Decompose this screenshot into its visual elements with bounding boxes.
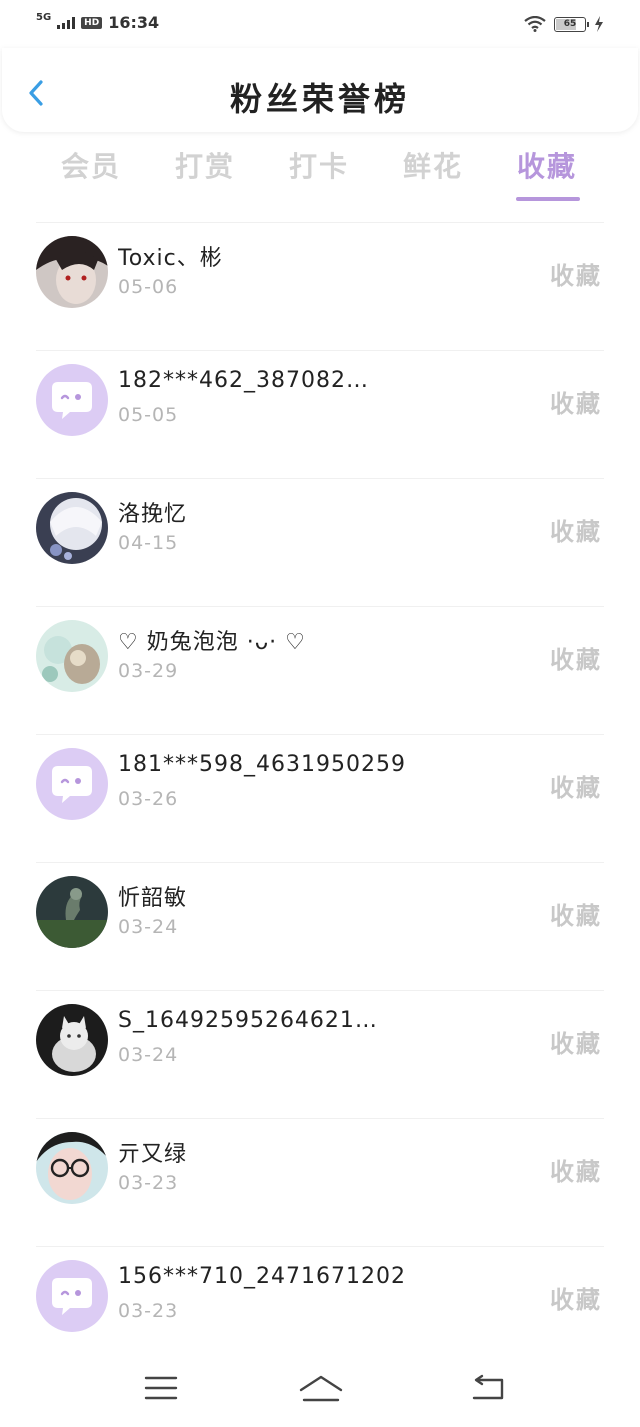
- action-label: 收藏: [550, 646, 602, 674]
- tab-checkin[interactable]: 打卡: [279, 145, 359, 185]
- action-label: 收藏: [550, 518, 602, 546]
- divider: [36, 862, 604, 863]
- photo-glasses-avatar: [36, 1132, 108, 1204]
- photo-pastel-avatar: [36, 620, 108, 692]
- divider: [36, 606, 604, 607]
- action-label: 收藏: [550, 262, 602, 290]
- fan-name: 洛挽忆: [118, 502, 188, 527]
- list-item[interactable]: 亓又绿 03-23 收藏: [0, 1118, 640, 1246]
- tab-favorites[interactable]: 收藏: [507, 145, 587, 185]
- default-chat-avatar: [36, 748, 108, 820]
- avatar[interactable]: [36, 492, 108, 564]
- system-nav-bar: [0, 1360, 640, 1427]
- action-label: 收藏: [550, 1286, 602, 1314]
- fan-date: 05-05: [118, 404, 179, 426]
- fan-name: ♡ 奶兔泡泡 ·ᴗ· ♡: [118, 630, 306, 655]
- fan-date: 03-23: [118, 1172, 179, 1194]
- action-label: 收藏: [550, 1030, 602, 1058]
- network-label: 5G: [36, 11, 52, 23]
- wifi-icon: [524, 16, 546, 32]
- fan-name: Toxic、彬: [118, 246, 223, 271]
- list-item[interactable]: 156***710_2471671202 03-23 收藏: [0, 1246, 640, 1374]
- hd-badge: HD: [81, 16, 103, 29]
- active-tab-indicator: [516, 197, 580, 201]
- divider: [36, 350, 604, 351]
- photo-white-cat-avatar: [36, 1004, 108, 1076]
- fan-date: 04-15: [118, 532, 179, 554]
- battery-level: 65: [563, 19, 577, 29]
- signal-icon: [57, 16, 76, 29]
- default-chat-avatar: [36, 364, 108, 436]
- tab-tipping[interactable]: 打赏: [165, 145, 245, 185]
- avatar[interactable]: [36, 1004, 108, 1076]
- list-item[interactable]: 182***462_387082… 05-05 收藏: [0, 350, 640, 478]
- list-item[interactable]: S_16492595264621… 03-24 收藏: [0, 990, 640, 1118]
- fan-date: 03-23: [118, 1300, 179, 1322]
- back-icon[interactable]: [470, 1374, 506, 1402]
- avatar[interactable]: [36, 876, 108, 948]
- fan-name: 亓又绿: [118, 1142, 188, 1167]
- fan-date: 03-24: [118, 1044, 179, 1066]
- avatar[interactable]: [36, 1260, 108, 1332]
- divider: [36, 1246, 604, 1247]
- charging-icon: [595, 16, 603, 32]
- tab-flowers[interactable]: 鲜花: [393, 145, 473, 185]
- action-label: 收藏: [550, 774, 602, 802]
- menu-icon[interactable]: [144, 1374, 178, 1402]
- clock: 16:34: [108, 13, 160, 32]
- avatar[interactable]: [36, 364, 108, 436]
- action-label: 收藏: [550, 1158, 602, 1186]
- fan-list: Toxic、彬 05-06 收藏 182***462_387082… 05-05…: [0, 222, 640, 1374]
- status-right: 65: [524, 16, 604, 32]
- fan-name: 181***598_4631950259: [118, 752, 406, 777]
- battery-icon: 65: [554, 16, 589, 32]
- photo-dark-hair-avatar: [36, 236, 108, 308]
- fan-name: 156***710_2471671202: [118, 1264, 406, 1289]
- page-title: 粉丝荣誉榜: [229, 80, 410, 118]
- list-item[interactable]: 洛挽忆 04-15 收藏: [0, 478, 640, 606]
- photo-dark-landscape-avatar: [36, 876, 108, 948]
- list-item[interactable]: 181***598_4631950259 03-26 收藏: [0, 734, 640, 862]
- list-item[interactable]: ♡ 奶兔泡泡 ·ᴗ· ♡ 03-29 收藏: [0, 606, 640, 734]
- status-bar: 5G HD 16:34 65: [0, 0, 640, 50]
- divider: [36, 222, 604, 223]
- fan-date: 03-26: [118, 788, 179, 810]
- divider: [36, 990, 604, 991]
- avatar[interactable]: [36, 236, 108, 308]
- list-item[interactable]: Toxic、彬 05-06 收藏: [0, 222, 640, 350]
- header: 粉丝荣誉榜: [2, 48, 638, 132]
- status-left: 5G HD 16:34: [36, 11, 160, 32]
- tab-bar: 会员 打赏 打卡 鲜花 收藏: [36, 145, 606, 205]
- action-label: 收藏: [550, 902, 602, 930]
- divider: [36, 1118, 604, 1119]
- avatar[interactable]: [36, 1132, 108, 1204]
- fan-name: 182***462_387082…: [118, 368, 369, 393]
- avatar[interactable]: [36, 620, 108, 692]
- divider: [36, 478, 604, 479]
- fan-date: 03-29: [118, 660, 179, 682]
- fan-name: S_16492595264621…: [118, 1008, 378, 1033]
- photo-anime-white-avatar: [36, 492, 108, 564]
- fan-name: 忻韶敏: [118, 886, 188, 911]
- tab-membership[interactable]: 会员: [51, 145, 131, 185]
- fan-date: 05-06: [118, 276, 179, 298]
- list-item[interactable]: 忻韶敏 03-24 收藏: [0, 862, 640, 990]
- divider: [36, 734, 604, 735]
- avatar[interactable]: [36, 748, 108, 820]
- action-label: 收藏: [550, 390, 602, 418]
- default-chat-avatar: [36, 1260, 108, 1332]
- home-icon[interactable]: [298, 1374, 344, 1404]
- fan-date: 03-24: [118, 916, 179, 938]
